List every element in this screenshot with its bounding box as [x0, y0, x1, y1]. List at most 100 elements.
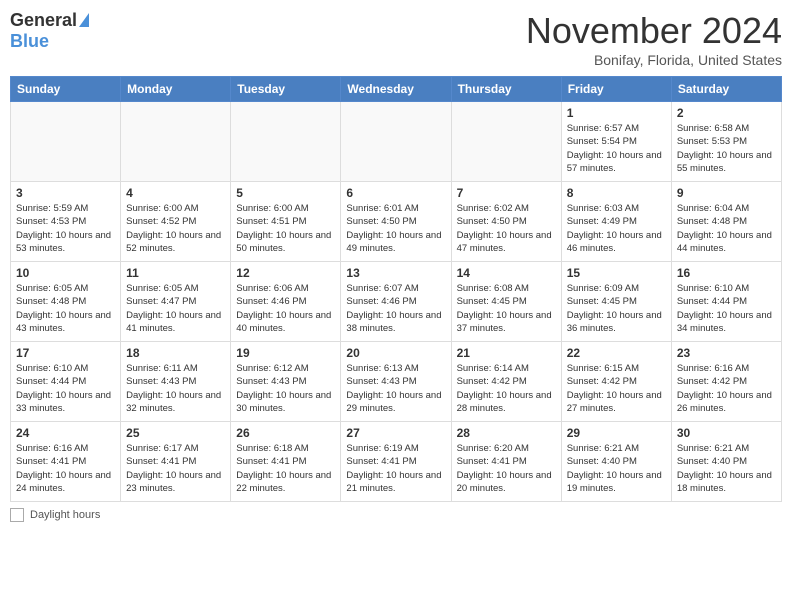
calendar-cell: 25 Sunrise: 6:17 AM Sunset: 4:41 PM Dayli… [121, 422, 231, 502]
calendar-cell: 15 Sunrise: 6:09 AM Sunset: 4:45 PM Dayli… [561, 262, 671, 342]
day-info: Sunrise: 6:12 AM Sunset: 4:43 PM Dayligh… [236, 362, 335, 415]
day-info: Sunrise: 6:00 AM Sunset: 4:52 PM Dayligh… [126, 202, 225, 255]
day-info: Sunrise: 6:03 AM Sunset: 4:49 PM Dayligh… [567, 202, 666, 255]
calendar-cell: 14 Sunrise: 6:08 AM Sunset: 4:45 PM Dayli… [451, 262, 561, 342]
day-info: Sunrise: 6:58 AM Sunset: 5:53 PM Dayligh… [677, 122, 776, 175]
calendar-table: Sunday Monday Tuesday Wednesday Thursday… [10, 76, 782, 502]
day-number: 9 [677, 186, 776, 200]
calendar-cell: 2 Sunrise: 6:58 AM Sunset: 5:53 PM Daylig… [671, 102, 781, 182]
day-info: Sunrise: 6:17 AM Sunset: 4:41 PM Dayligh… [126, 442, 225, 495]
calendar-cell: 19 Sunrise: 6:12 AM Sunset: 4:43 PM Dayli… [231, 342, 341, 422]
logo-general-text: General [10, 10, 77, 31]
day-number: 29 [567, 426, 666, 440]
legend-icon [10, 508, 24, 522]
col-monday: Monday [121, 77, 231, 102]
day-info: Sunrise: 6:08 AM Sunset: 4:45 PM Dayligh… [457, 282, 556, 335]
day-number: 25 [126, 426, 225, 440]
day-number: 18 [126, 346, 225, 360]
legend-label: Daylight hours [30, 509, 100, 521]
day-number: 10 [16, 266, 115, 280]
calendar-cell: 27 Sunrise: 6:19 AM Sunset: 4:41 PM Dayli… [341, 422, 451, 502]
day-info: Sunrise: 6:10 AM Sunset: 4:44 PM Dayligh… [677, 282, 776, 335]
calendar-cell: 23Sunrise: 6:16 AM Sunset: 4:42 PM Dayli… [671, 342, 781, 422]
page-container: General Blue November 2024 Bonifay, Flor… [0, 0, 792, 532]
day-info: Sunrise: 6:10 AM Sunset: 4:44 PM Dayligh… [16, 362, 115, 415]
day-number: 14 [457, 266, 556, 280]
logo: General Blue [10, 10, 89, 52]
col-wednesday: Wednesday [341, 77, 451, 102]
title-block: November 2024 Bonifay, Florida, United S… [526, 10, 782, 68]
day-info: Sunrise: 6:18 AM Sunset: 4:41 PM Dayligh… [236, 442, 335, 495]
calendar-cell: 16 Sunrise: 6:10 AM Sunset: 4:44 PM Dayli… [671, 262, 781, 342]
calendar-cell: 24 Sunrise: 6:16 AM Sunset: 4:41 PM Dayli… [11, 422, 121, 502]
calendar-cell [121, 102, 231, 182]
calendar-cell: 28 Sunrise: 6:20 AM Sunset: 4:41 PM Dayli… [451, 422, 561, 502]
calendar-cell: 4 Sunrise: 6:00 AM Sunset: 4:52 PM Daylig… [121, 182, 231, 262]
day-number: 5 [236, 186, 335, 200]
calendar-cell [451, 102, 561, 182]
day-info: Sunrise: 6:07 AM Sunset: 4:46 PM Dayligh… [346, 282, 445, 335]
day-number: 24 [16, 426, 115, 440]
day-number: 11 [126, 266, 225, 280]
legend: Daylight hours [10, 508, 782, 522]
logo-blue-text: Blue [10, 31, 49, 52]
day-number: 28 [457, 426, 556, 440]
day-number: 15 [567, 266, 666, 280]
day-number: 17 [16, 346, 115, 360]
calendar-week-row: 17 Sunrise: 6:10 AM Sunset: 4:44 PM Dayli… [11, 342, 782, 422]
day-number: 19 [236, 346, 335, 360]
calendar-cell: 13 Sunrise: 6:07 AM Sunset: 4:46 PM Dayli… [341, 262, 451, 342]
day-info: Sunrise: 6:57 AM Sunset: 5:54 PM Dayligh… [567, 122, 666, 175]
day-info: Sunrise: 6:19 AM Sunset: 4:41 PM Dayligh… [346, 442, 445, 495]
day-number: 30 [677, 426, 776, 440]
calendar-cell: 18Sunrise: 6:11 AM Sunset: 4:43 PM Dayli… [121, 342, 231, 422]
day-number: 6 [346, 186, 445, 200]
day-info: Sunrise: 6:16 AM Sunset: 4:41 PM Dayligh… [16, 442, 115, 495]
day-info: Sunrise: 6:06 AM Sunset: 4:46 PM Dayligh… [236, 282, 335, 335]
calendar-cell [231, 102, 341, 182]
calendar-cell: 17 Sunrise: 6:10 AM Sunset: 4:44 PM Dayli… [11, 342, 121, 422]
calendar-cell: 12 Sunrise: 6:06 AM Sunset: 4:46 PM Dayli… [231, 262, 341, 342]
day-info: Sunrise: 5:59 AM Sunset: 4:53 PM Dayligh… [16, 202, 115, 255]
calendar-week-row: 1Sunrise: 6:57 AM Sunset: 5:54 PM Daylig… [11, 102, 782, 182]
calendar-cell [341, 102, 451, 182]
day-number: 3 [16, 186, 115, 200]
day-number: 13 [346, 266, 445, 280]
day-number: 12 [236, 266, 335, 280]
calendar-header-row: Sunday Monday Tuesday Wednesday Thursday… [11, 77, 782, 102]
day-info: Sunrise: 6:05 AM Sunset: 4:47 PM Dayligh… [126, 282, 225, 335]
calendar-cell: 1Sunrise: 6:57 AM Sunset: 5:54 PM Daylig… [561, 102, 671, 182]
calendar-cell: 7Sunrise: 6:02 AM Sunset: 4:50 PM Daylig… [451, 182, 561, 262]
calendar-cell: 10Sunrise: 6:05 AM Sunset: 4:48 PM Dayli… [11, 262, 121, 342]
col-sunday: Sunday [11, 77, 121, 102]
calendar-cell: 5 Sunrise: 6:00 AM Sunset: 4:51 PM Daylig… [231, 182, 341, 262]
logo-triangle-icon [79, 13, 89, 27]
day-number: 2 [677, 106, 776, 120]
calendar-cell: 6Sunrise: 6:01 AM Sunset: 4:50 PM Daylig… [341, 182, 451, 262]
calendar-cell: 3 Sunrise: 5:59 AM Sunset: 4:53 PM Daylig… [11, 182, 121, 262]
day-number: 21 [457, 346, 556, 360]
calendar-cell: 20Sunrise: 6:13 AM Sunset: 4:43 PM Dayli… [341, 342, 451, 422]
calendar-cell: 11 Sunrise: 6:05 AM Sunset: 4:47 PM Dayli… [121, 262, 231, 342]
day-info: Sunrise: 6:00 AM Sunset: 4:51 PM Dayligh… [236, 202, 335, 255]
day-number: 8 [567, 186, 666, 200]
calendar-week-row: 3 Sunrise: 5:59 AM Sunset: 4:53 PM Daylig… [11, 182, 782, 262]
day-info: Sunrise: 6:09 AM Sunset: 4:45 PM Dayligh… [567, 282, 666, 335]
day-number: 20 [346, 346, 445, 360]
col-thursday: Thursday [451, 77, 561, 102]
day-number: 16 [677, 266, 776, 280]
day-number: 22 [567, 346, 666, 360]
day-info: Sunrise: 6:21 AM Sunset: 4:40 PM Dayligh… [567, 442, 666, 495]
calendar-cell: 8 Sunrise: 6:03 AM Sunset: 4:49 PM Daylig… [561, 182, 671, 262]
day-info: Sunrise: 6:04 AM Sunset: 4:48 PM Dayligh… [677, 202, 776, 255]
calendar-cell: 26Sunrise: 6:18 AM Sunset: 4:41 PM Dayli… [231, 422, 341, 502]
col-friday: Friday [561, 77, 671, 102]
page-header: General Blue November 2024 Bonifay, Flor… [10, 10, 782, 68]
calendar-week-row: 24 Sunrise: 6:16 AM Sunset: 4:41 PM Dayli… [11, 422, 782, 502]
day-info: Sunrise: 6:16 AM Sunset: 4:42 PM Dayligh… [677, 362, 776, 415]
day-number: 4 [126, 186, 225, 200]
calendar-cell: 29 Sunrise: 6:21 AM Sunset: 4:40 PM Dayli… [561, 422, 671, 502]
day-number: 27 [346, 426, 445, 440]
day-info: Sunrise: 6:20 AM Sunset: 4:41 PM Dayligh… [457, 442, 556, 495]
calendar-cell: 22Sunrise: 6:15 AM Sunset: 4:42 PM Dayli… [561, 342, 671, 422]
